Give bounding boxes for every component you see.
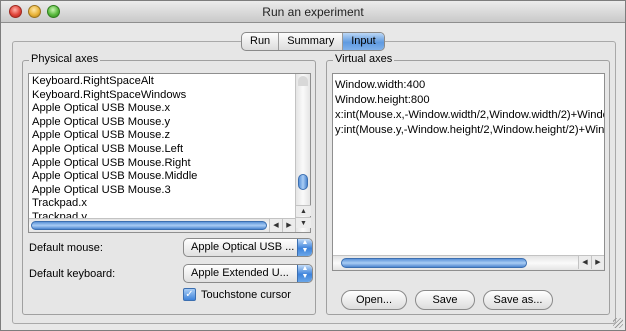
virtual-editor-horizontal-scrollbar[interactable]: ◀ ▶ bbox=[333, 255, 604, 270]
default-mouse-label: Default mouse: bbox=[29, 242, 103, 254]
physical-list-vertical-scrollbar[interactable]: ▲ ▼ bbox=[295, 74, 311, 232]
default-keyboard-label: Default keyboard: bbox=[29, 268, 116, 280]
tab-input[interactable]: Input bbox=[343, 33, 384, 50]
virtual-axes-line: Window.height:800 bbox=[335, 94, 430, 106]
physical-axes-group: Physical axes Keyboard.RightSpaceAlt Key… bbox=[22, 53, 316, 315]
list-item[interactable]: Apple Optical USB Mouse.3 bbox=[31, 184, 295, 198]
touchstone-cursor-row: ✓ Touchstone cursor bbox=[183, 288, 291, 301]
list-item[interactable]: Keyboard.RightSpaceAlt bbox=[31, 75, 295, 89]
popup-arrows-icon: ▲ ▼ bbox=[297, 239, 312, 256]
virtual-axes-lines: Window.width:400 Window.height:800 x:int… bbox=[335, 78, 605, 138]
physical-axes-list[interactable]: Keyboard.RightSpaceAlt Keyboard.RightSpa… bbox=[28, 73, 311, 233]
physical-axes-items: Keyboard.RightSpaceAlt Keyboard.RightSpa… bbox=[31, 75, 295, 225]
virtual-axes-label: Virtual axes bbox=[333, 53, 395, 65]
list-item[interactable]: Apple Optical USB Mouse.z bbox=[31, 129, 295, 143]
tab-bar: Run Summary Input bbox=[241, 32, 385, 51]
popup-arrows-icon: ▲ ▼ bbox=[297, 265, 312, 282]
touchstone-cursor-checkbox[interactable]: ✓ bbox=[183, 288, 196, 301]
default-mouse-select[interactable]: Apple Optical USB ... ▲ ▼ bbox=[183, 238, 313, 257]
title-bar[interactable]: Run an experiment bbox=[1, 1, 625, 23]
default-keyboard-select[interactable]: Apple Extended U... ▲ ▼ bbox=[183, 264, 313, 283]
list-item[interactable]: Apple Optical USB Mouse.Right bbox=[31, 157, 295, 171]
tab-run[interactable]: Run bbox=[242, 33, 280, 50]
open-button[interactable]: Open... bbox=[341, 290, 407, 310]
scroll-down-arrow-icon[interactable]: ▼ bbox=[296, 217, 311, 228]
list-item[interactable]: Apple Optical USB Mouse.x bbox=[31, 102, 295, 116]
default-keyboard-value: Apple Extended U... bbox=[191, 267, 289, 279]
virtual-axes-group: Virtual axes Window.width:400 Window.hei… bbox=[326, 53, 610, 315]
physical-list-horizontal-scrollbar[interactable]: ◀ ▶ bbox=[29, 218, 295, 232]
vertical-scroll-thumb[interactable] bbox=[298, 174, 308, 190]
horizontal-scroll-arrows: ◀ ▶ bbox=[578, 256, 604, 269]
virtual-axes-line: x:int(Mouse.x,-Window.width/2,Window.wid… bbox=[335, 109, 604, 121]
tab-summary[interactable]: Summary bbox=[279, 33, 344, 50]
list-item[interactable]: Trackpad.x bbox=[31, 197, 295, 211]
touchstone-cursor-label[interactable]: Touchstone cursor bbox=[201, 289, 291, 301]
list-item[interactable]: Apple Optical USB Mouse.Left bbox=[31, 143, 295, 157]
input-tab-panel: Physical axes Keyboard.RightSpaceAlt Key… bbox=[12, 41, 616, 324]
window-title: Run an experiment bbox=[262, 5, 364, 19]
scroll-right-arrow-icon[interactable]: ▶ bbox=[591, 256, 604, 269]
scroll-track-cap bbox=[298, 76, 308, 86]
scroll-left-arrow-icon[interactable]: ◀ bbox=[269, 219, 282, 232]
horizontal-scroll-thumb[interactable] bbox=[31, 221, 267, 230]
scroll-up-arrow-icon[interactable]: ▲ bbox=[296, 205, 311, 216]
virtual-axes-line: y:int(Mouse.y,-Window.height/2,Window.he… bbox=[335, 124, 605, 136]
default-mouse-value: Apple Optical USB ... bbox=[191, 241, 295, 253]
horizontal-scroll-arrows: ◀ ▶ bbox=[269, 219, 295, 232]
scroll-left-arrow-icon[interactable]: ◀ bbox=[578, 256, 591, 269]
resize-grip-icon[interactable] bbox=[613, 318, 623, 328]
save-as-button[interactable]: Save as... bbox=[483, 290, 553, 310]
list-item[interactable]: Keyboard.RightSpaceWindows bbox=[31, 89, 295, 103]
scroll-right-arrow-icon[interactable]: ▶ bbox=[282, 219, 295, 232]
list-item[interactable]: Apple Optical USB Mouse.y bbox=[31, 116, 295, 130]
experiment-window: Run an experiment Run Summary Input Phys… bbox=[0, 0, 626, 331]
physical-axes-label: Physical axes bbox=[29, 53, 101, 65]
list-item[interactable]: Apple Optical USB Mouse.Middle bbox=[31, 170, 295, 184]
save-button[interactable]: Save bbox=[415, 290, 475, 310]
virtual-axes-editor[interactable]: Window.width:400 Window.height:800 x:int… bbox=[332, 73, 605, 271]
horizontal-scroll-thumb[interactable] bbox=[341, 258, 527, 268]
virtual-axes-line: Window.width:400 bbox=[335, 79, 426, 91]
